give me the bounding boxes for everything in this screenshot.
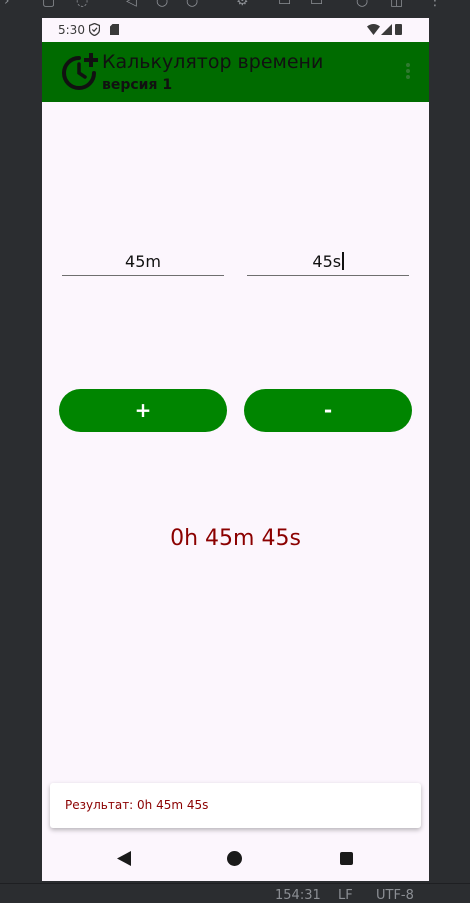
ide-toolbar-icon[interactable]: ⚙ <box>236 0 249 8</box>
minutes-input-value: 45m <box>125 252 161 271</box>
emulator-screen: 5:30 Калькулятор времени версия 1 45m 45… <box>42 18 429 881</box>
ide-toolbar-icon[interactable]: ▭ <box>310 0 323 8</box>
result-snackbar: Результат: 0h 45m 45s <box>50 783 421 828</box>
file-encoding[interactable]: UTF-8 <box>376 888 414 903</box>
signal-icon <box>381 24 392 35</box>
status-time: 5:30 <box>58 23 85 37</box>
shield-icon <box>89 23 100 36</box>
subtract-button[interactable]: - <box>244 389 412 432</box>
sdcard-icon <box>110 24 119 35</box>
navigation-bar <box>42 835 429 881</box>
ide-toolbar-icon[interactable]: ○ <box>186 0 198 8</box>
add-button[interactable]: + <box>59 389 227 432</box>
ide-toolbar-icon[interactable]: ◁ <box>126 0 137 8</box>
app-title: Калькулятор времени <box>102 51 324 73</box>
ide-toolbar-icon[interactable]: ○ <box>156 0 168 8</box>
ide-toolbar-icon[interactable]: › <box>4 0 10 8</box>
app-bar: Калькулятор времени версия 1 <box>42 42 429 102</box>
wifi-icon <box>367 24 380 35</box>
nav-home-icon[interactable] <box>227 851 242 866</box>
text-cursor <box>342 252 344 270</box>
ide-toolbar-icon[interactable]: ⋮ <box>428 0 442 8</box>
ide-toolbar-icon[interactable]: ▭ <box>278 0 291 8</box>
timer-add-icon <box>62 53 98 90</box>
result-text: 0h 45m 45s <box>170 526 301 551</box>
cursor-position[interactable]: 154:31 <box>275 888 321 903</box>
nav-recents-icon[interactable] <box>340 852 353 865</box>
status-bar: 5:30 <box>42 18 429 42</box>
ide-toolbar-icon[interactable]: ○ <box>356 0 368 8</box>
overflow-menu-icon[interactable] <box>402 63 414 83</box>
nav-back-icon[interactable] <box>117 851 131 866</box>
line-ending[interactable]: LF <box>338 888 353 903</box>
app-subtitle: версия 1 <box>102 77 173 93</box>
ide-toolbar-icon[interactable]: ▢ <box>42 0 55 8</box>
seconds-input-value: 45s <box>312 252 342 271</box>
ide-toolbar: › ▢ ◌ ◁ ○ ○ ⚙ ▭ ▭ ○ ◫ ⋮ <box>0 0 470 16</box>
ide-toolbar-icon[interactable]: ◫ <box>390 0 403 8</box>
seconds-input[interactable]: 45s <box>247 250 409 276</box>
snackbar-text: Результат: 0h 45m 45s <box>65 798 209 812</box>
minutes-input[interactable]: 45m <box>62 250 224 276</box>
ide-toolbar-icon[interactable]: ◌ <box>76 0 88 8</box>
battery-icon <box>395 24 402 35</box>
ide-status-bar: 154:31 LF UTF-8 <box>0 883 470 903</box>
